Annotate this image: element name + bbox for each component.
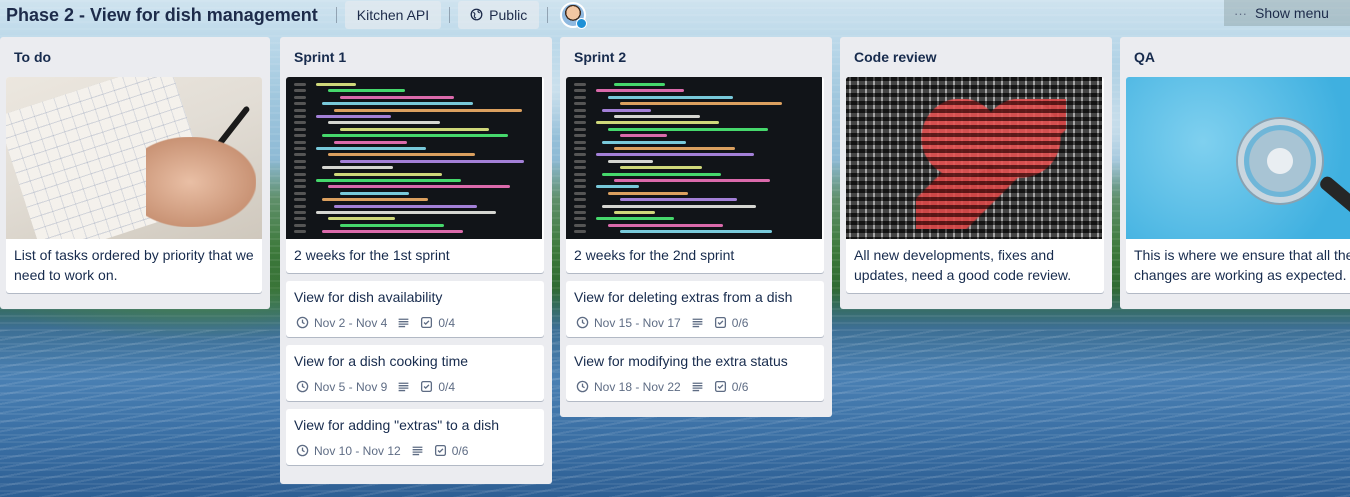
list-title[interactable]: Sprint 1 bbox=[286, 37, 544, 77]
checklist-badge: 0/6 bbox=[714, 316, 749, 331]
checklist-icon bbox=[434, 444, 447, 459]
list-qa: QA This is where we ensure that all the … bbox=[1120, 37, 1350, 309]
due-date-badge[interactable]: Nov 10 - Nov 12 bbox=[296, 444, 401, 459]
show-menu-label: Show menu bbox=[1255, 5, 1329, 21]
list-card[interactable]: View for adding "extras" to a dish Nov 1… bbox=[286, 409, 544, 465]
list-card[interactable]: View for deleting extras from a dish Nov… bbox=[566, 281, 824, 337]
list-sprint-1: Sprint 1 2 weeks for the 1st sprint View… bbox=[280, 37, 552, 484]
visibility-button[interactable]: Public bbox=[458, 1, 540, 29]
show-menu-button[interactable]: ··· Show menu bbox=[1224, 0, 1350, 26]
card-badges: Nov 2 - Nov 4 0/4 bbox=[286, 315, 544, 337]
description-icon bbox=[691, 380, 704, 395]
team-button-label: Kitchen API bbox=[356, 7, 430, 23]
checklist-count: 0/4 bbox=[438, 316, 456, 330]
due-date-text: Nov 2 - Nov 4 bbox=[314, 316, 388, 330]
due-date-badge[interactable]: Nov 5 - Nov 9 bbox=[296, 380, 387, 395]
card-cover-magnifier bbox=[1126, 77, 1350, 239]
admin-badge-icon bbox=[576, 18, 588, 29]
card-title: This is where we ensure that all the cha… bbox=[1134, 247, 1350, 283]
header-divider bbox=[547, 7, 549, 23]
checklist-badge: 0/4 bbox=[420, 316, 455, 331]
card-badges: Nov 18 - Nov 22 0/6 bbox=[566, 379, 824, 401]
card-title: All new developments, fixes and updates,… bbox=[854, 247, 1072, 283]
clock-icon bbox=[296, 316, 309, 331]
due-date-badge[interactable]: Nov 15 - Nov 17 bbox=[576, 316, 681, 331]
team-button[interactable]: Kitchen API bbox=[344, 1, 442, 29]
card-badges: Nov 15 - Nov 17 0/6 bbox=[566, 315, 824, 337]
due-date-text: Nov 15 - Nov 17 bbox=[594, 316, 681, 330]
member-avatar[interactable] bbox=[560, 2, 588, 29]
header-divider bbox=[335, 7, 337, 23]
card-cover-binary-heart bbox=[846, 77, 1102, 239]
board-title[interactable]: Phase 2 - View for dish management bbox=[6, 5, 328, 26]
more-icon: ··· bbox=[1234, 5, 1247, 21]
checklist-count: 0/4 bbox=[438, 380, 456, 394]
list-card[interactable]: View for dish availability Nov 2 - Nov 4… bbox=[286, 281, 544, 337]
card-title: 2 weeks for the 2nd sprint bbox=[574, 247, 735, 263]
description-icon bbox=[397, 380, 410, 395]
list-title[interactable]: Sprint 2 bbox=[566, 37, 824, 77]
list-title[interactable]: To do bbox=[6, 37, 262, 77]
description-icon bbox=[397, 316, 410, 331]
visibility-button-label: Public bbox=[489, 7, 528, 23]
list-card[interactable]: 2 weeks for the 2nd sprint bbox=[566, 77, 824, 273]
card-title: 2 weeks for the 1st sprint bbox=[294, 247, 450, 263]
checklist-icon bbox=[714, 316, 727, 331]
list-title[interactable]: QA bbox=[1126, 37, 1342, 77]
due-date-text: Nov 5 - Nov 9 bbox=[314, 380, 388, 394]
list-code-review: Code review All new developments, fixes … bbox=[840, 37, 1112, 309]
due-date-badge[interactable]: Nov 2 - Nov 4 bbox=[296, 316, 387, 331]
checklist-icon bbox=[714, 380, 727, 395]
list-card[interactable]: This is where we ensure that all the cha… bbox=[1126, 77, 1350, 293]
card-title: View for dish availability bbox=[294, 289, 443, 305]
card-badges: Nov 10 - Nov 12 0/6 bbox=[286, 443, 544, 465]
clock-icon bbox=[576, 316, 589, 331]
card-cover-notebook bbox=[6, 77, 262, 239]
card-title: View for deleting extras from a dish bbox=[574, 289, 793, 305]
checklist-count: 0/6 bbox=[731, 380, 749, 394]
globe-icon bbox=[470, 8, 483, 23]
list-sprint-2: Sprint 2 2 weeks for the 2nd sprint View… bbox=[560, 37, 832, 417]
list-card[interactable]: All new developments, fixes and updates,… bbox=[846, 77, 1104, 293]
due-date-badge[interactable]: Nov 18 - Nov 22 bbox=[576, 380, 681, 395]
card-title: View for a dish cooking time bbox=[294, 353, 469, 369]
due-date-text: Nov 18 - Nov 22 bbox=[594, 380, 681, 394]
list-card[interactable]: View for a dish cooking time Nov 5 - Nov… bbox=[286, 345, 544, 401]
list-card[interactable]: 2 weeks for the 1st sprint bbox=[286, 77, 544, 273]
card-title: View for adding "extras" to a dish bbox=[294, 417, 500, 433]
clock-icon bbox=[296, 444, 309, 459]
list-to-do: To do List of tasks ordered by priority … bbox=[0, 37, 270, 309]
card-cover-code bbox=[286, 77, 542, 239]
list-card[interactable]: List of tasks ordered by priority that w… bbox=[6, 77, 262, 293]
checklist-icon bbox=[420, 380, 433, 395]
card-cover-code bbox=[566, 77, 822, 239]
list-title[interactable]: Code review bbox=[846, 37, 1104, 77]
card-title: View for modifying the extra status bbox=[574, 353, 788, 369]
checklist-badge: 0/6 bbox=[714, 380, 749, 395]
description-icon bbox=[411, 444, 424, 459]
checklist-badge: 0/4 bbox=[420, 380, 455, 395]
checklist-count: 0/6 bbox=[731, 316, 749, 330]
list-card[interactable]: View for modifying the extra status Nov … bbox=[566, 345, 824, 401]
checklist-badge: 0/6 bbox=[434, 444, 469, 459]
clock-icon bbox=[296, 380, 309, 395]
card-badges: Nov 5 - Nov 9 0/4 bbox=[286, 379, 544, 401]
description-icon bbox=[691, 316, 704, 331]
header-divider bbox=[449, 7, 451, 23]
checklist-count: 0/6 bbox=[451, 444, 469, 458]
due-date-text: Nov 10 - Nov 12 bbox=[314, 444, 401, 458]
checklist-icon bbox=[420, 316, 433, 331]
clock-icon bbox=[576, 380, 589, 395]
board-header: Phase 2 - View for dish management Kitch… bbox=[0, 0, 1350, 30]
card-title: List of tasks ordered by priority that w… bbox=[14, 247, 254, 283]
